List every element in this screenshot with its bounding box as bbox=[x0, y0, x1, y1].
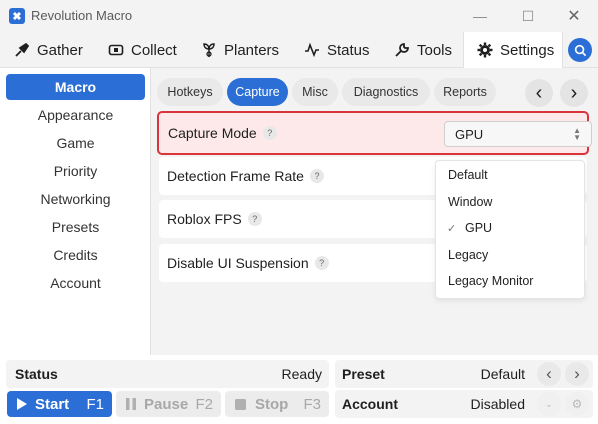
prev-tab-button[interactable]: ‹ bbox=[525, 79, 553, 107]
sidebar: Macro Appearance Game Priority Networkin… bbox=[0, 68, 151, 355]
start-label: Start bbox=[35, 395, 70, 413]
check-icon: ✓ bbox=[447, 223, 457, 235]
help-icon[interactable]: ? bbox=[314, 256, 329, 270]
sidebar-item-credits[interactable]: Credits bbox=[6, 242, 145, 268]
pause-label: Pause bbox=[144, 395, 189, 413]
start-hotkey: F1 bbox=[86, 395, 104, 413]
account-label: Account bbox=[342, 396, 398, 412]
chevron-down-icon: ⌄ bbox=[545, 398, 553, 409]
pause-icon bbox=[126, 398, 136, 410]
tab-settings[interactable]: Settings bbox=[463, 32, 563, 68]
subtab-reports[interactable]: Reports bbox=[434, 78, 496, 106]
start-button[interactable]: Start F1 bbox=[7, 391, 112, 417]
planters-icon bbox=[203, 43, 215, 57]
sidebar-item-appearance[interactable]: Appearance bbox=[6, 102, 145, 128]
gather-icon bbox=[15, 42, 30, 57]
help-icon[interactable]: ? bbox=[262, 126, 277, 140]
help-icon[interactable]: ? bbox=[309, 169, 324, 183]
chevron-right-icon: › bbox=[574, 364, 580, 383]
top-navigation: Gather Collect Planters Status Tools Set… bbox=[0, 32, 598, 68]
status-label: Status bbox=[15, 366, 58, 382]
sidebar-item-presets[interactable]: Presets bbox=[6, 214, 145, 240]
capture-mode-value: GPU bbox=[455, 126, 484, 142]
setting-label: Roblox FPS bbox=[167, 211, 242, 227]
tab-planters-label: Planters bbox=[224, 41, 280, 59]
next-preset-button[interactable]: › bbox=[565, 362, 589, 386]
menu-option-window[interactable]: Window bbox=[448, 195, 492, 209]
tab-status[interactable]: Status bbox=[304, 32, 370, 68]
maximize-button[interactable]: ☐ bbox=[518, 6, 538, 26]
sidebar-item-macro[interactable]: Macro bbox=[6, 74, 145, 100]
menu-option-legacy-monitor[interactable]: Legacy Monitor bbox=[448, 274, 533, 288]
tab-status-label: Status bbox=[327, 41, 370, 59]
tools-icon bbox=[395, 43, 409, 57]
setting-label: Capture Mode bbox=[168, 125, 257, 141]
menu-option-legacy[interactable]: Legacy bbox=[448, 248, 488, 262]
search-icon bbox=[574, 44, 586, 56]
stop-button[interactable]: Stop F3 bbox=[225, 391, 329, 417]
setting-label: Detection Frame Rate bbox=[167, 168, 304, 184]
stop-icon bbox=[235, 398, 246, 410]
subtab-misc[interactable]: Misc bbox=[292, 78, 338, 106]
play-icon bbox=[17, 398, 27, 410]
subtab-diagnostics[interactable]: Diagnostics bbox=[342, 78, 430, 106]
search-button[interactable] bbox=[568, 38, 592, 62]
chevron-left-icon: ‹ bbox=[535, 82, 543, 104]
minimize-button[interactable]: — bbox=[470, 6, 490, 26]
gear-icon: ⚙ bbox=[571, 397, 583, 411]
sidebar-item-game[interactable]: Game bbox=[6, 130, 145, 156]
tab-collect-label: Collect bbox=[131, 41, 177, 59]
pause-hotkey: F2 bbox=[195, 395, 213, 413]
chevron-left-icon: ‹ bbox=[546, 364, 552, 383]
status-value: Ready bbox=[281, 366, 322, 382]
title-bar: ✖ Revolution Macro — ☐ ✕ bbox=[0, 0, 598, 32]
capture-mode-select[interactable]: GPU ▲ ▼ bbox=[444, 121, 592, 147]
stop-label: Stop bbox=[255, 395, 289, 413]
setting-label: Disable UI Suspension bbox=[167, 255, 309, 271]
setting-capture-mode: Capture Mode ? GPU ▲ ▼ bbox=[157, 111, 592, 155]
pause-button[interactable]: Pause F2 bbox=[116, 391, 221, 417]
chevron-right-icon: › bbox=[570, 82, 578, 104]
tab-collect[interactable]: Collect bbox=[108, 32, 177, 68]
gear-icon bbox=[477, 42, 493, 58]
menu-option-gpu[interactable]: GPU bbox=[465, 221, 492, 235]
sidebar-item-account[interactable]: Account bbox=[6, 270, 145, 296]
help-icon[interactable]: ? bbox=[247, 212, 262, 226]
status-bar: Status Ready bbox=[6, 360, 329, 388]
select-caret-icon: ▲ ▼ bbox=[573, 126, 581, 142]
subtab-capture[interactable]: Capture bbox=[227, 78, 288, 106]
capture-mode-menu: Default Window ✓ GPU Legacy Legacy Monit… bbox=[435, 160, 585, 299]
stop-hotkey: F3 bbox=[303, 395, 321, 413]
prev-preset-button[interactable]: ‹ bbox=[537, 362, 561, 386]
app-logo-icon: ✖ bbox=[9, 8, 25, 24]
tab-planters[interactable]: Planters bbox=[201, 32, 279, 68]
tab-settings-label: Settings bbox=[500, 41, 555, 59]
menu-option-default[interactable]: Default bbox=[448, 168, 488, 182]
status-panel: Status Ready Preset Default ‹ › Account … bbox=[0, 355, 598, 424]
preset-label: Preset bbox=[342, 366, 385, 382]
preset-bar: Preset Default ‹ › bbox=[335, 360, 593, 388]
tab-tools[interactable]: Tools bbox=[394, 32, 452, 68]
account-settings-button[interactable]: ⚙ bbox=[565, 392, 589, 416]
next-tab-button[interactable]: › bbox=[560, 79, 588, 107]
account-dropdown-button[interactable]: ⌄ bbox=[537, 392, 561, 416]
tab-gather[interactable]: Gather bbox=[14, 32, 83, 68]
subtab-hotkeys[interactable]: Hotkeys bbox=[157, 78, 223, 106]
window-title: Revolution Macro bbox=[31, 8, 133, 23]
account-value: Disabled bbox=[470, 396, 525, 412]
account-bar: Account Disabled ⌄ ⚙ bbox=[335, 390, 593, 418]
status-icon bbox=[305, 42, 319, 58]
tab-gather-label: Gather bbox=[37, 41, 83, 59]
sidebar-item-networking[interactable]: Networking bbox=[6, 186, 145, 212]
tab-tools-label: Tools bbox=[417, 41, 453, 59]
close-button[interactable]: ✕ bbox=[564, 6, 584, 26]
preset-value: Default bbox=[480, 366, 525, 382]
sidebar-item-priority[interactable]: Priority bbox=[6, 158, 145, 184]
collect-icon bbox=[108, 44, 124, 56]
